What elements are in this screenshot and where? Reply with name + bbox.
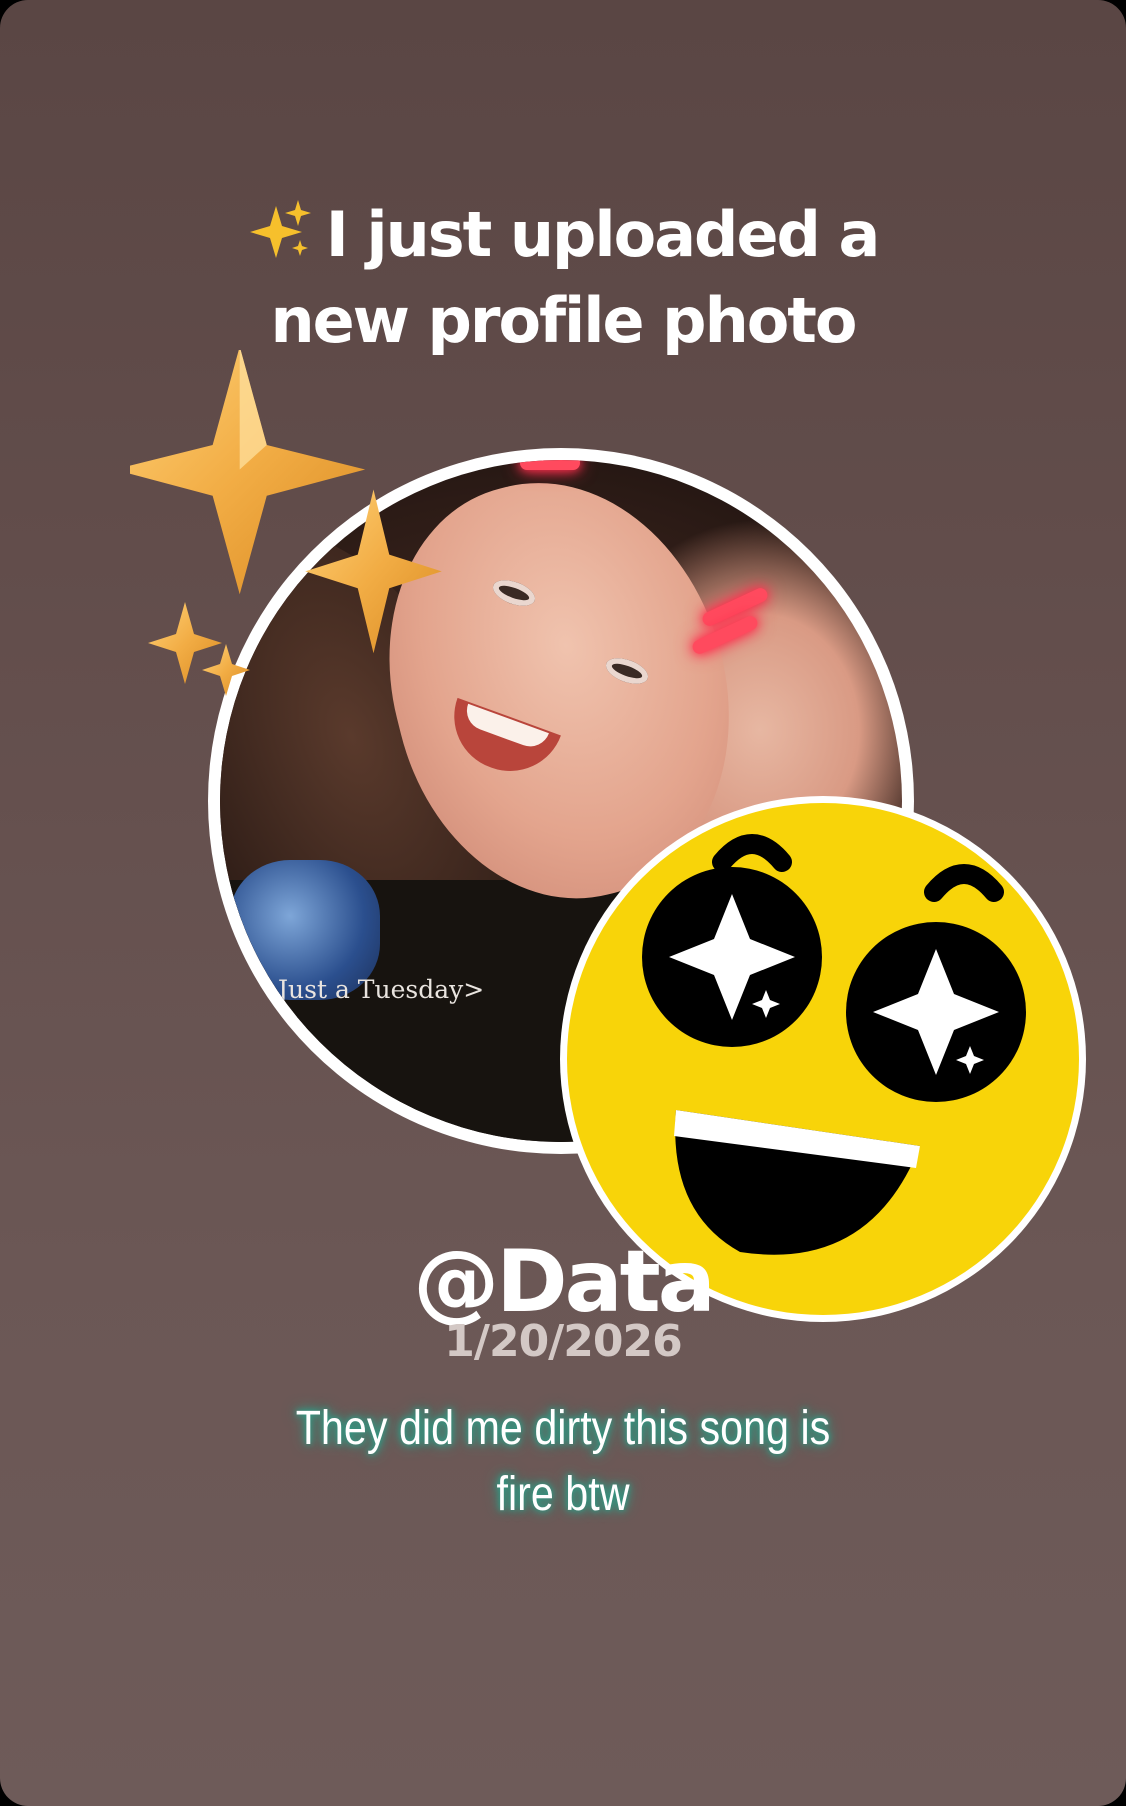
post-date: 1/20/2026 — [444, 1316, 682, 1367]
photo-caption: Just a Tuesday> — [278, 975, 485, 1004]
comment-line-1: They did me dirty this song is — [295, 1402, 831, 1455]
story-headline: I just uploaded a new profile photo — [0, 192, 1126, 364]
star-large-icon — [130, 350, 366, 595]
gold-stars-sticker[interactable] — [130, 350, 470, 710]
sparkles-icon — [249, 200, 311, 258]
headline-line-1: I just uploaded a — [0, 192, 1126, 278]
left-sparkle-eye-icon — [642, 867, 822, 1047]
star-medium-icon — [305, 489, 442, 654]
story-card: I just uploaded a new profile photo Just… — [0, 0, 1126, 1806]
right-sparkle-eye-icon — [846, 922, 1026, 1102]
neon-horn-top — [520, 460, 580, 470]
comment-line-2: fire btw — [496, 1468, 630, 1521]
star-tiny-icon — [202, 644, 250, 696]
headline-text-1: I just uploaded a — [325, 198, 881, 271]
story-comment: They did me dirty this song is fire btw — [79, 1396, 1047, 1528]
